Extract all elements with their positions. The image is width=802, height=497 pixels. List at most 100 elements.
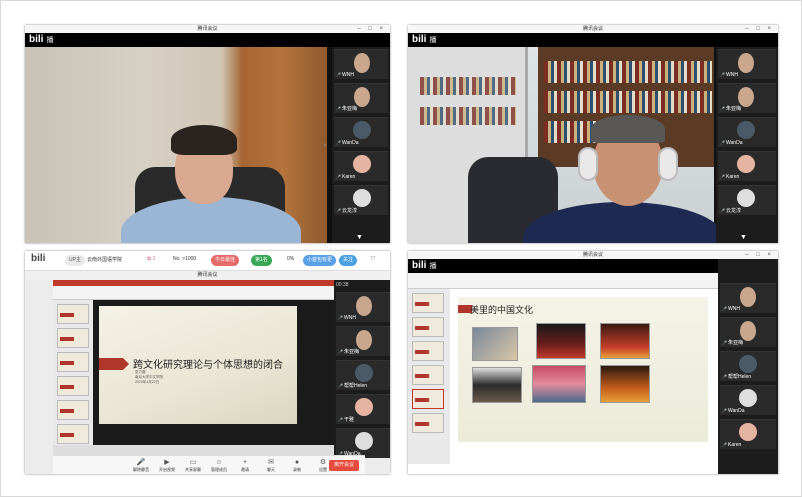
slide-photo: [472, 327, 518, 361]
participant-tile[interactable]: 朱亚梅: [720, 317, 776, 347]
participant-panel: ‹ WNH 朱亚梅 WanDa Karen 云龙淳 ▼: [324, 47, 390, 243]
slide-thumb[interactable]: [412, 389, 444, 409]
ppt-statusbar: [53, 445, 365, 455]
participant-tile[interactable]: 干雅: [336, 394, 390, 424]
participant-tile[interactable]: Karen: [334, 151, 388, 181]
ppt-ribbon[interactable]: [408, 273, 718, 289]
meeting-screenshot-1: 腾讯会议 – □ × bili播 ‹ WNH 朱亚梅 WanDa Karen 云…: [25, 25, 390, 243]
chat-button[interactable]: ✉ 聊天: [261, 458, 281, 473]
scroll-down-icon[interactable]: ▼: [356, 234, 363, 241]
record-button[interactable]: ● 录制: [287, 458, 307, 473]
slide-thumb[interactable]: [412, 413, 444, 433]
bilibili-logo: bili: [31, 253, 46, 264]
slide-thumbnails[interactable]: [53, 300, 93, 445]
slide-photo: [536, 323, 586, 359]
window-title: 腾讯会议: [582, 252, 603, 258]
meeting-toolbar: 🎤 解除静音 ▶ 开启视频 ▭ 共享屏幕 ☺ 管理成员 + 邀请 ✉ 聊天 ● 录制 ⚙ 设置 …: [53, 455, 365, 474]
participant-panel: WNH 朱亚梅 WanDa Karen 云龙淳 ▼: [716, 47, 778, 243]
bilibili-logo: bili 播: [412, 260, 437, 271]
slide-thumb[interactable]: [57, 376, 89, 396]
video-button[interactable]: ▶ 开启视频: [157, 458, 177, 473]
room-name[interactable]: 云南外国语学院: [87, 256, 122, 263]
share-screen-button[interactable]: ▭ 共享屏幕: [183, 458, 203, 473]
speaker-video: [408, 47, 723, 243]
progress-text: 0%: [287, 256, 295, 262]
slide-title: 跨文化研究理论与个体思想的闭合: [133, 360, 283, 371]
speaker-hair: [171, 125, 237, 155]
window-titlebar: 腾讯会议 – □ ×: [408, 25, 778, 33]
slide-thumb[interactable]: [57, 400, 89, 420]
gift-pill[interactable]: 今日最佳: [211, 255, 240, 266]
meeting-screenshot-4: 腾讯会议 – □ × bili 播 美里的中国文化 🎤 WNH 🎤 朱亚梅 🎤 …: [408, 251, 778, 474]
participant-tile[interactable]: WNH: [718, 49, 776, 79]
participant-tile[interactable]: WanDa: [336, 428, 390, 458]
slide-thumb[interactable]: [412, 317, 444, 337]
meeting-screenshot-3: bili UP主 云南外国语学院 ✿ 1 No. >1000 今日最佳 第1名 …: [25, 251, 390, 474]
stream-header: [408, 33, 778, 47]
participant-tile[interactable]: WNH: [334, 49, 388, 79]
speaker-hair: [591, 115, 665, 143]
slide-thumb[interactable]: [412, 365, 444, 385]
participant-tile[interactable]: WNH: [720, 283, 776, 313]
window-controls[interactable]: – □ ×: [745, 251, 774, 259]
participant-tile[interactable]: 云龙淳: [334, 185, 388, 215]
participant-tile[interactable]: Karen: [718, 151, 776, 181]
slide-photo: [600, 365, 650, 403]
participant-tile[interactable]: WanDa: [718, 117, 776, 147]
window-titlebar: 腾讯会议 – □ ×: [25, 25, 390, 33]
manage-members-button[interactable]: ☺ 管理成员: [209, 458, 229, 473]
window-title: 腾讯会议: [197, 26, 218, 32]
window-controls[interactable]: – □ ×: [357, 25, 386, 33]
slide-thumb[interactable]: [57, 304, 89, 324]
slide-thumb[interactable]: [57, 352, 89, 372]
bilibili-live-header: bili UP主 云南外国语学院 ✿ 1 No. >1000 今日最佳 第1名 …: [25, 251, 390, 271]
slide-title: 美里的中国文化: [470, 305, 534, 315]
window-title: 腾讯会议: [582, 26, 603, 32]
window-controls[interactable]: – □ ×: [745, 25, 774, 33]
slide-thumb[interactable]: [412, 341, 444, 361]
stream-header: [408, 259, 718, 273]
participant-tile[interactable]: 朱亚梅: [336, 326, 390, 356]
meeting-window-title: 腾讯会议: [25, 271, 390, 280]
slide-thumb[interactable]: [412, 293, 444, 313]
participant-tile[interactable]: 朱亚梅: [334, 83, 388, 113]
bilibili-logo: bili 播: [29, 34, 54, 45]
stream-header: [25, 33, 390, 47]
participant-panel: 00:38 WNH 朱亚梅 帮帮Helen 干雅 WanDa: [334, 280, 390, 458]
ppt-ribbon[interactable]: [53, 286, 365, 300]
bilibili-logo: bili 播: [412, 34, 437, 45]
slide-photo: [600, 323, 650, 359]
collapse-arrow-icon[interactable]: ‹: [324, 142, 326, 149]
participant-tile[interactable]: WanDa: [334, 117, 388, 147]
slide-thumb[interactable]: [57, 328, 89, 348]
participant-tile[interactable]: WNH: [336, 292, 390, 322]
slide-date: 2020年4月22日: [135, 380, 160, 384]
participant-tile[interactable]: 帮帮Helen: [720, 351, 776, 381]
timer: 00:38: [336, 282, 349, 288]
participant-panel: WNH 朱亚梅 帮帮Helen WanDa Karen: [718, 259, 778, 474]
shared-screen: 跨文化研究理论与个体思想的闭合 张力磊 南京大学中文学院 2020年4月22日: [53, 280, 365, 455]
headset: [658, 147, 678, 181]
mute-button[interactable]: 🎤 解除静音: [131, 458, 151, 473]
leave-meeting-button[interactable]: 离开会议: [328, 460, 359, 471]
participant-tile[interactable]: 云龙淳: [718, 185, 776, 215]
invite-button[interactable]: + 邀请: [235, 458, 255, 473]
rank-number: No. >1000: [173, 256, 197, 262]
slide-photo: [532, 365, 586, 403]
slide-thumbnails[interactable]: [408, 289, 450, 464]
current-slide: 美里的中国文化: [458, 297, 708, 442]
participant-tile[interactable]: 帮帮Helen: [336, 360, 390, 390]
participant-tile[interactable]: WanDa: [720, 385, 776, 415]
participant-tile[interactable]: 朱亚梅: [718, 83, 776, 113]
follow-button[interactable]: 关注: [339, 255, 358, 266]
scroll-down-icon[interactable]: ▼: [740, 234, 747, 241]
collage-frame: 腾讯会议 – □ × bili播 ‹ WNH 朱亚梅 WanDa Karen 云…: [0, 0, 802, 497]
current-slide: 跨文化研究理论与个体思想的闭合 张力磊 南京大学中文学院 2020年4月22日: [99, 306, 297, 424]
meeting-screenshot-2: 腾讯会议 – □ × bili播 WNH 朱亚梅 WanDa Karen 云龙淳: [408, 25, 778, 243]
rank-pill[interactable]: 第1名: [251, 255, 272, 266]
participant-tile[interactable]: Karen: [720, 419, 776, 449]
slide-thumb[interactable]: [57, 424, 89, 444]
small-pill[interactable]: 小首包有更: [303, 255, 337, 266]
speaker-video: [25, 47, 327, 243]
shared-screen: bili 播 美里的中国文化: [408, 259, 718, 474]
